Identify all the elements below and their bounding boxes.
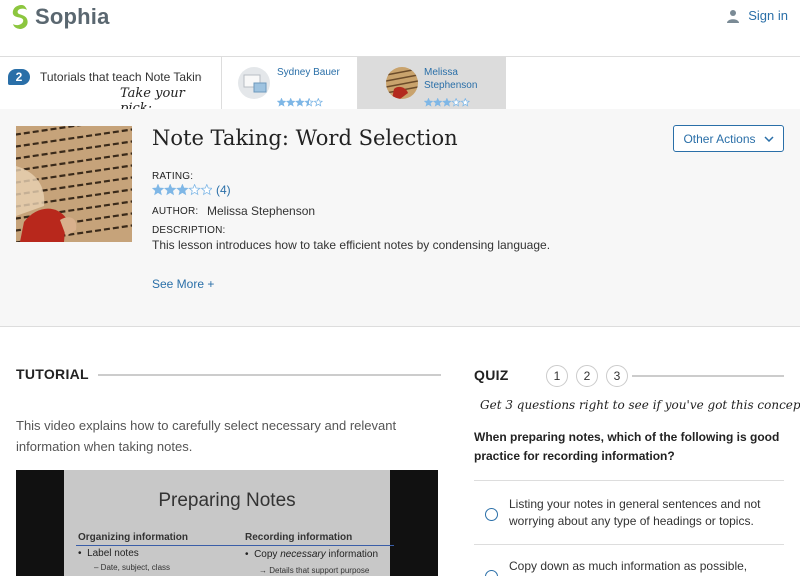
star-icon bbox=[200, 184, 212, 196]
star-icon bbox=[451, 97, 461, 107]
quiz-option-text: Copy down as much information as possibl… bbox=[509, 559, 748, 573]
quiz-heading: QUIZ bbox=[474, 367, 509, 383]
tutorial-card-melissa-stephenson[interactable]: Melissa Stephenson bbox=[358, 57, 506, 109]
radio-button[interactable] bbox=[485, 508, 498, 521]
slide-title: Preparing Notes bbox=[158, 490, 296, 511]
description-label: DESCRIPTION: bbox=[152, 225, 226, 236]
star-icon bbox=[176, 184, 189, 196]
strip-empty-area bbox=[506, 57, 800, 109]
slide-divider bbox=[76, 545, 394, 546]
tutorial-count-badge: 2 bbox=[8, 69, 30, 85]
tutorial-divider bbox=[98, 374, 441, 376]
star-icon bbox=[423, 97, 434, 107]
top-header: Sophia Sign in bbox=[0, 0, 800, 57]
logo-text: Sophia bbox=[35, 4, 110, 29]
quiz-option-text: Listing your notes in general sentences … bbox=[509, 497, 761, 528]
chevron-down-icon bbox=[763, 135, 774, 142]
lesson-rating: (4) bbox=[152, 183, 231, 197]
rating-count-link[interactable]: (4) bbox=[216, 183, 231, 197]
tutorial-thumbnail bbox=[386, 67, 418, 99]
author-name: Melissa Stephenson bbox=[207, 204, 316, 218]
tutorial-heading: TUTORIAL bbox=[16, 366, 89, 382]
other-actions-label: Other Actions bbox=[683, 131, 756, 146]
star-icon bbox=[295, 97, 305, 107]
strip-intro: 2 Tutorials that teach Note Taking Take … bbox=[0, 57, 222, 116]
tutorial-picker-strip: 2 Tutorials that teach Note Taking Take … bbox=[0, 57, 800, 116]
star-icon bbox=[152, 184, 165, 196]
sophia-logo-icon bbox=[12, 5, 28, 29]
slide-col1-heading: Organizing information bbox=[78, 532, 188, 543]
sophia-logo[interactable]: Sophia bbox=[10, 4, 110, 30]
star-icon bbox=[276, 97, 287, 107]
lesson-info-panel: Note Taking: Word Selection Other Action… bbox=[0, 109, 800, 327]
radio-button[interactable] bbox=[485, 570, 498, 576]
star-icon bbox=[163, 184, 177, 196]
star-icon bbox=[188, 184, 201, 196]
slide-col2-sub: → Details that support purpose bbox=[259, 566, 370, 575]
quiz-option-1[interactable]: Listing your notes in general sentences … bbox=[474, 480, 784, 544]
user-icon bbox=[727, 9, 740, 23]
star-icon bbox=[313, 97, 324, 107]
slide-col1-sub: – Date, subject, class bbox=[94, 563, 171, 572]
strip-title: Tutorials that teach Note Taking bbox=[40, 70, 202, 84]
star-icon bbox=[442, 97, 452, 107]
see-more-link[interactable]: See More + bbox=[152, 277, 214, 291]
quiz-question-nav: 1 2 3 bbox=[546, 365, 628, 387]
quiz-question-2-button[interactable]: 2 bbox=[576, 365, 598, 387]
lesson-title: Note Taking: Word Selection bbox=[152, 126, 458, 150]
rating-label: RATING: bbox=[152, 171, 194, 182]
tutorial-thumbnail bbox=[238, 67, 270, 99]
quiz-divider bbox=[632, 375, 784, 377]
quiz-question-1-button[interactable]: 1 bbox=[546, 365, 568, 387]
other-actions-dropdown[interactable]: Other Actions bbox=[673, 125, 784, 152]
lesson-thumbnail bbox=[16, 126, 132, 242]
star-icon bbox=[304, 97, 314, 107]
quiz-option-2[interactable]: Copy down as much information as possibl… bbox=[474, 544, 784, 576]
rating-stars bbox=[152, 184, 212, 196]
video-slide: Preparing Notes Organizing information R… bbox=[64, 470, 394, 576]
lesson-description: This lesson introduces how to take effic… bbox=[152, 238, 551, 252]
quiz-question-text: When preparing notes, which of the follo… bbox=[474, 430, 780, 463]
slide-col2-bullet: • Copy necessary information bbox=[245, 549, 379, 560]
slide-col2-heading: Recording information bbox=[245, 532, 353, 543]
star-icon bbox=[285, 97, 296, 107]
star-icon bbox=[460, 97, 471, 107]
tutorial-author: Sydney Bauer bbox=[277, 67, 340, 78]
sign-in-link[interactable]: Sign in bbox=[726, 8, 788, 23]
quiz-hint-text: Get 3 questions right to see if you've g… bbox=[480, 398, 800, 412]
video-player[interactable]: Preparing Notes Organizing information R… bbox=[16, 470, 438, 576]
tutorial-author: Melissa Stephenson bbox=[424, 67, 478, 91]
author-label: AUTHOR: bbox=[152, 206, 199, 217]
star-icon bbox=[432, 97, 443, 107]
quiz-question-3-button[interactable]: 3 bbox=[606, 365, 628, 387]
sign-in-label: Sign in bbox=[748, 8, 788, 23]
tutorial-description: This video explains how to carefully sel… bbox=[16, 418, 397, 454]
tutorial-card-sydney-bauer[interactable]: Sydney Bauer bbox=[222, 57, 358, 109]
tutorial-heading-text: TUTORIAL bbox=[16, 366, 89, 382]
slide-col1-bullet: • Label notes bbox=[78, 548, 139, 559]
